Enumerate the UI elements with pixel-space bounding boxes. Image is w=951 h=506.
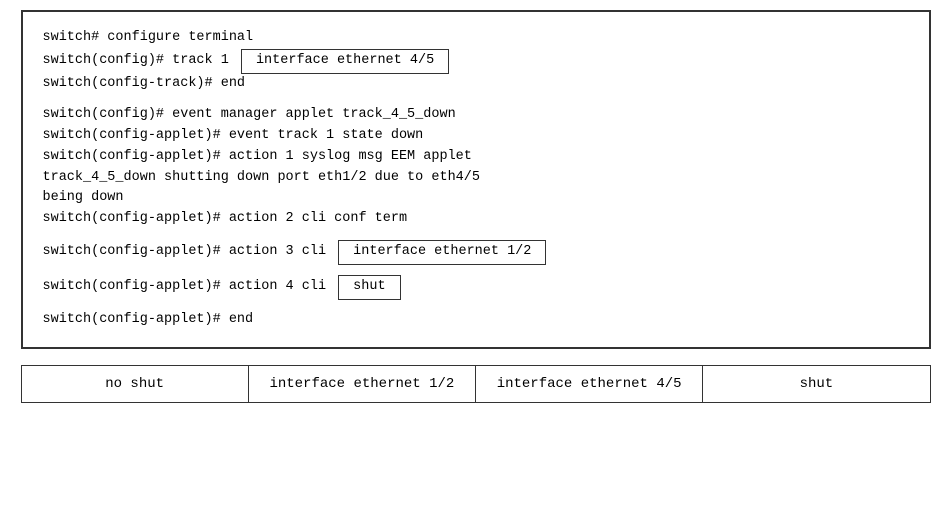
terminal-line-2: switch(config)# track 1 interface ethern… xyxy=(43,49,909,74)
line9-text: switch(config-applet)# action 2 cli conf… xyxy=(43,209,408,230)
line4-text: switch(config)# event manager applet tra… xyxy=(43,105,456,126)
track-interface-box: interface ethernet 4/5 xyxy=(241,49,449,74)
line7-text: track_4_5_down shutting down port eth1/2… xyxy=(43,168,480,189)
line12-text: switch(config-applet)# end xyxy=(43,310,254,331)
line8-text: being down xyxy=(43,188,124,209)
line10-prefix: switch(config-applet)# action 3 cli xyxy=(43,242,335,263)
options-bar: no shut interface ethernet 1/2 interface… xyxy=(21,365,931,403)
terminal-line-8: being down xyxy=(43,188,909,209)
line3-text: switch(config-track)# end xyxy=(43,74,246,95)
terminal-line-3: switch(config-track)# end xyxy=(43,74,909,95)
terminal-line-11: switch(config-applet)# action 4 cli shut xyxy=(43,275,909,300)
terminal-line-6: switch(config-applet)# action 1 syslog m… xyxy=(43,147,909,168)
spacer-4 xyxy=(43,300,909,310)
option-interface-eth45[interactable]: interface ethernet 4/5 xyxy=(476,366,703,402)
terminal-line-4: switch(config)# event manager applet tra… xyxy=(43,105,909,126)
spacer-1 xyxy=(43,95,909,105)
action3-interface-box: interface ethernet 1/2 xyxy=(338,240,546,265)
line2-prefix: switch(config)# track 1 xyxy=(43,51,237,72)
spacer-2 xyxy=(43,230,909,240)
option-no-shut[interactable]: no shut xyxy=(22,366,249,402)
terminal-line-1: switch# configure terminal xyxy=(43,28,909,49)
line1-text: switch# configure terminal xyxy=(43,28,254,49)
action4-shut-box: shut xyxy=(338,275,400,300)
option-shut[interactable]: shut xyxy=(703,366,929,402)
terminal-line-7: track_4_5_down shutting down port eth1/2… xyxy=(43,168,909,189)
line5-text: switch(config-applet)# event track 1 sta… xyxy=(43,126,424,147)
line6-text: switch(config-applet)# action 1 syslog m… xyxy=(43,147,472,168)
terminal-line-10: switch(config-applet)# action 3 cli inte… xyxy=(43,240,909,265)
spacer-3 xyxy=(43,265,909,275)
terminal-line-9: switch(config-applet)# action 2 cli conf… xyxy=(43,209,909,230)
line11-prefix: switch(config-applet)# action 4 cli xyxy=(43,277,335,298)
option-interface-eth12[interactable]: interface ethernet 1/2 xyxy=(249,366,476,402)
terminal-box: switch# configure terminal switch(config… xyxy=(21,10,931,349)
terminal-line-5: switch(config-applet)# event track 1 sta… xyxy=(43,126,909,147)
terminal-line-12: switch(config-applet)# end xyxy=(43,310,909,331)
